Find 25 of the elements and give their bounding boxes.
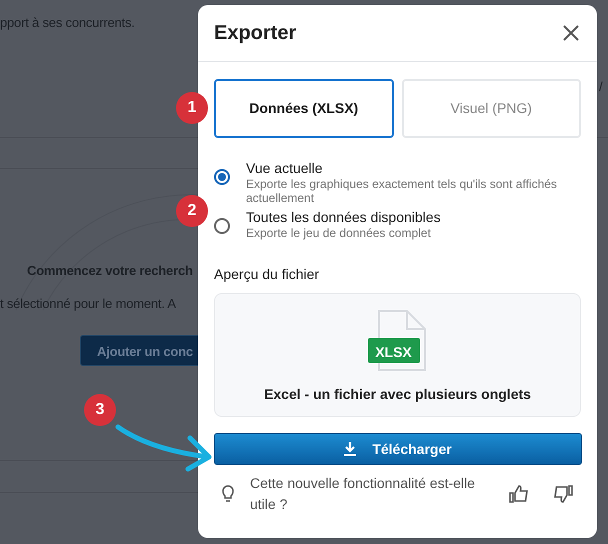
- preview-heading: Aperçu du fichier: [213, 265, 320, 284]
- format-tab[interactable]: Données (XLSX): [214, 79, 394, 138]
- option-label: Toutes les données disponibles: [246, 209, 441, 226]
- step-number-badge: 3: [84, 394, 116, 426]
- feedback-question: Cette nouvelle fonctionnalité est-elle utile ?: [250, 474, 476, 514]
- thumbs-up-icon[interactable]: [509, 485, 529, 503]
- lightbulb-icon: [222, 485, 234, 503]
- intro-text: pport à ses concurrents.: [0, 14, 135, 32]
- dialog-title: Exporter: [214, 21, 296, 46]
- format-tab[interactable]: Visuel (PNG): [402, 79, 581, 138]
- close-button[interactable]: [561, 23, 581, 43]
- option-description: Exporte les graphiques exactement tels qu'ils sont affichés actuellement: [246, 177, 558, 205]
- column-header: /: [599, 78, 602, 96]
- thumbs-down-icon[interactable]: [553, 485, 573, 503]
- step-number-badge: 1: [176, 92, 208, 124]
- step-number-badge: 2: [176, 195, 208, 227]
- download-icon: [344, 442, 356, 456]
- preview-caption: Excel - un fichier avec plusieurs onglets: [264, 385, 531, 404]
- empty-state-text: t sélectionné pour le moment. A: [0, 295, 176, 313]
- radio-button[interactable]: [214, 218, 230, 234]
- radio-button[interactable]: [214, 169, 230, 185]
- option-label: Vue actuelle: [246, 160, 324, 177]
- download-button[interactable]: Télécharger: [214, 433, 582, 465]
- option-description: Exporte le jeu de données complet: [246, 226, 432, 240]
- empty-state-title: Commencez votre recherch: [27, 262, 193, 280]
